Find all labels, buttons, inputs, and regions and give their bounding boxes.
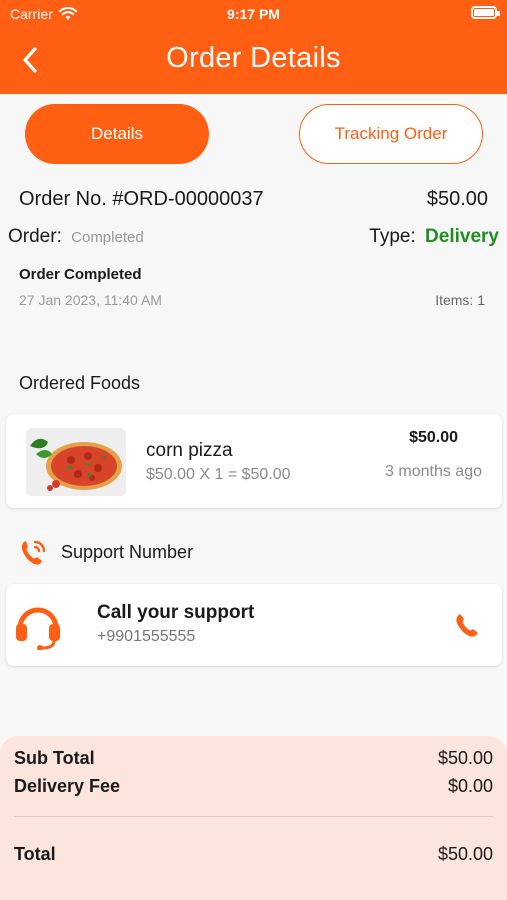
battery-icon: [471, 6, 500, 19]
order-amount: $50.00: [426, 188, 488, 210]
headset-icon: [16, 607, 60, 650]
order-type-label: Type:: [369, 226, 416, 247]
support-card[interactable]: Call your support +9901555555: [6, 584, 502, 666]
order-status-value: Completed: [71, 229, 144, 246]
food-price-calculation: $50.00 X 1 = $50.00: [146, 466, 291, 483]
total-value: $50.00: [437, 844, 493, 864]
ordered-foods-title: Ordered Foods: [19, 373, 141, 393]
support-card-title: Call your support: [97, 602, 255, 623]
food-order-time: 3 months ago: [385, 463, 482, 480]
phone-ringing-icon: [21, 540, 46, 565]
tab-tracking-order[interactable]: Tracking Order: [299, 104, 483, 164]
status-time: 9:17 PM: [227, 6, 280, 22]
page-title: Order Details: [166, 42, 341, 74]
pizza-image: [26, 428, 126, 496]
subtotal-label: Sub Total: [14, 748, 95, 768]
food-price: $50.00: [409, 429, 458, 446]
app-header: Carrier 9:17 PM Order Details: [0, 0, 507, 94]
delivery-fee-value: $0.00: [447, 776, 493, 796]
order-status: Order: Completed: [8, 226, 144, 248]
order-type-value: Delivery: [425, 226, 499, 247]
food-item-card[interactable]: corn pizza $50.00 X 1 = $50.00 $50.00 3 …: [6, 414, 502, 508]
order-number: Order No. #ORD-00000037: [19, 188, 264, 210]
food-image: [26, 428, 126, 496]
call-icon[interactable]: [454, 612, 480, 638]
summary-divider: [14, 816, 493, 817]
order-status-label: Order:: [8, 226, 62, 247]
food-name: corn pizza: [146, 440, 233, 461]
support-number-title: Support Number: [61, 542, 194, 562]
tab-details[interactable]: Details: [25, 104, 209, 164]
subtotal-value: $50.00: [437, 748, 493, 768]
total-label: Total: [14, 844, 56, 864]
order-summary: Sub Total $50.00 Delivery Fee $0.00 Tota…: [0, 736, 507, 900]
items-count: Items: 1: [435, 292, 485, 308]
battery-fill: [474, 9, 494, 16]
delivery-fee-label: Delivery Fee: [14, 776, 121, 796]
order-type: Type: Delivery: [369, 226, 499, 248]
order-completed-title: Order Completed: [19, 266, 142, 283]
support-phone-number: +9901555555: [97, 628, 196, 645]
status-bar: Carrier 9:17 PM: [0, 0, 507, 30]
order-completed-date: 27 Jan 2023, 11:40 AM: [19, 292, 162, 308]
